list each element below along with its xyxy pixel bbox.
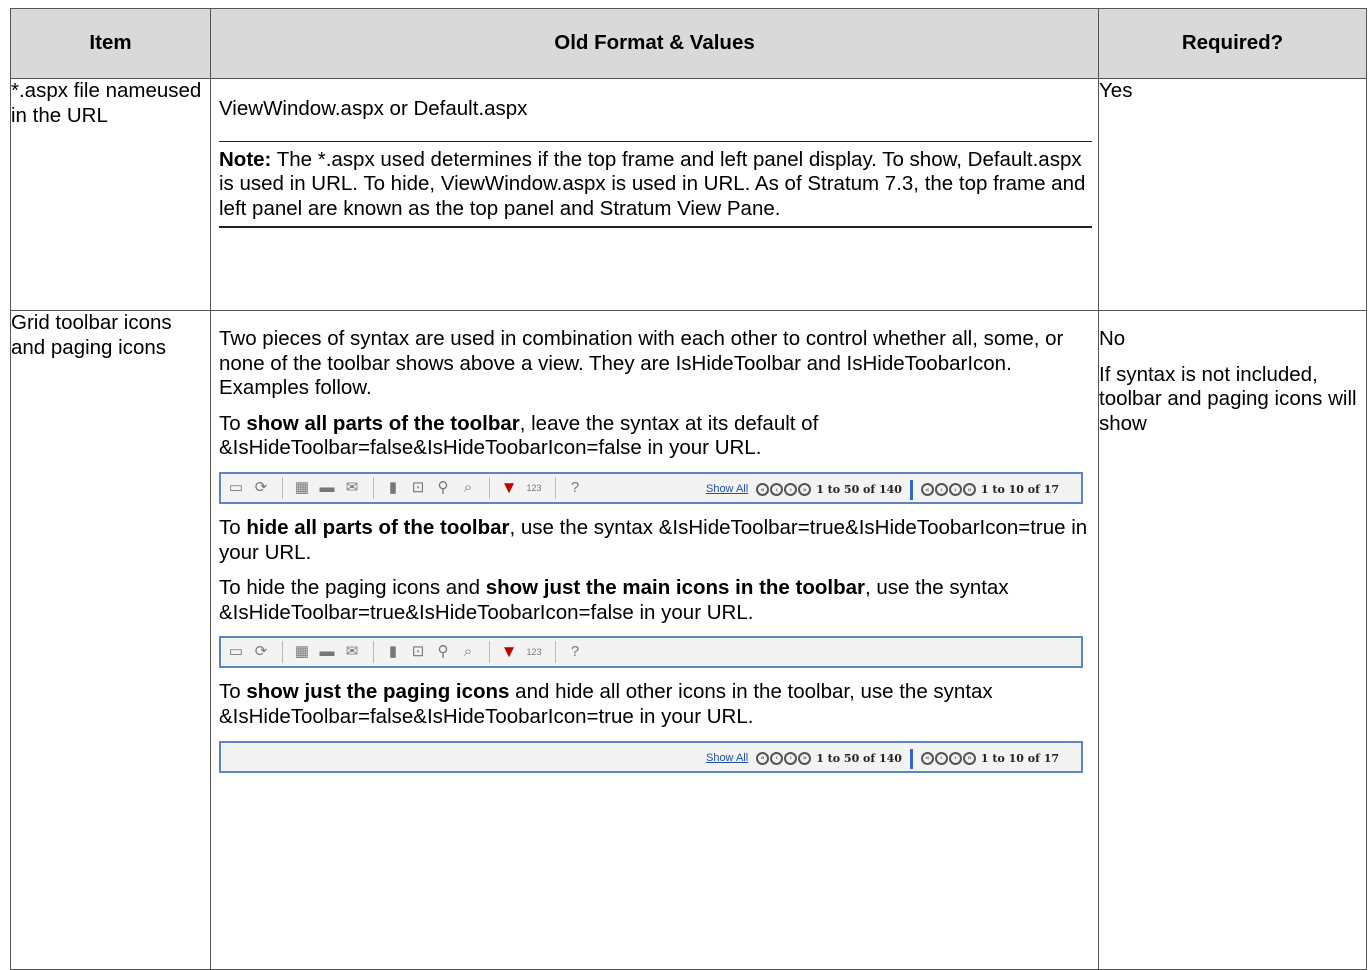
row2-required-answer: No — [1099, 327, 1126, 350]
last-page-icon[interactable]: » — [798, 752, 812, 766]
filter-icon[interactable]: ▼ — [499, 642, 519, 662]
main-icons-paragraph: To hide the paging icons and show just t… — [219, 576, 1009, 624]
divider — [373, 476, 374, 499]
zoom-icon[interactable]: ⊡ — [408, 478, 428, 498]
refresh-icon[interactable]: ⟳ — [251, 478, 271, 498]
divider — [373, 641, 374, 664]
prev-page-icon[interactable]: ‹ — [934, 752, 948, 766]
note-label: Note: — [219, 147, 272, 171]
calculator-icon[interactable]: 123 — [524, 478, 544, 498]
show-all-link[interactable]: Show All — [706, 752, 748, 765]
print-icon[interactable]: ▬ — [317, 478, 337, 498]
prev-page-icon[interactable]: ‹ — [770, 752, 784, 766]
search-icon[interactable]: ⌕ — [458, 478, 478, 498]
paging-controls: Show All «‹ ›» 1 to 50 of 140 «‹ ›» 1 to 1… — [706, 479, 1059, 500]
row2-item-text: Grid toolbar icons and paging icons — [11, 311, 172, 359]
save-icon[interactable]: ▭ — [226, 642, 246, 662]
divider — [909, 748, 913, 769]
divider — [909, 479, 913, 500]
next-page-icon[interactable]: › — [784, 483, 798, 497]
row2-required: No If syntax is not included, toolbar an… — [1098, 310, 1367, 970]
record-range: 1 to 50 of 140 — [816, 483, 902, 497]
next-page-icon[interactable]: › — [948, 483, 962, 497]
help-icon[interactable]: ? — [565, 478, 585, 498]
toolbar-main-icons: ▭ ⟳ ▦ ▬ ✉ ▮ ⊡ ⚲ ⌕ ▼ 123 ? — [219, 636, 1083, 669]
last-page-icon[interactable]: » — [962, 752, 976, 766]
prev-page-icon[interactable]: ‹ — [770, 483, 784, 497]
print-icon[interactable]: ▬ — [317, 642, 337, 662]
show-all-paragraph: To show all parts of the toolbar, leave … — [219, 411, 819, 460]
first-page-icon[interactable]: « — [756, 483, 770, 497]
first-page-icon[interactable]: « — [756, 752, 770, 766]
calculator-icon[interactable]: 123 — [524, 642, 544, 662]
paging-icons-paragraph: To show just the paging icons and hide a… — [219, 680, 993, 728]
email-icon[interactable]: ✉ — [342, 642, 362, 662]
divider — [489, 476, 490, 499]
divider — [489, 641, 490, 664]
toolbar-full: ▭ ⟳ ▦ ▬ ✉ ▮ ⊡ ⚲ ⌕ ▼ 123 ? Show All «‹›» — [219, 471, 1083, 504]
record-range: 1 to 50 of 140 — [816, 751, 902, 765]
row1-value-text: ViewWindow.aspx or Default.aspx — [219, 97, 528, 120]
save-icon[interactable]: ▭ — [226, 478, 246, 498]
page-range: 1 to 10 of 17 — [980, 483, 1059, 497]
divider — [555, 641, 556, 664]
search-icon[interactable]: ⌕ — [458, 642, 478, 662]
divider — [555, 476, 556, 499]
next-page-icon[interactable]: › — [948, 752, 962, 766]
chart-icon[interactable]: ▮ — [383, 478, 403, 498]
chart-icon[interactable]: ▮ — [383, 642, 403, 662]
zoom-icon[interactable]: ⊡ — [408, 642, 428, 662]
paging-controls: Show All «‹ ›» 1 to 50 of 140 «‹ ›» 1 to 1… — [706, 748, 1059, 769]
help-icon[interactable]: ? — [565, 642, 585, 662]
header-old-format: Old Format & Values — [210, 8, 1099, 79]
excel-icon[interactable]: ▦ — [292, 478, 312, 498]
divider — [282, 641, 283, 664]
intro-paragraph: Two pieces of syntax are used in combina… — [219, 327, 1064, 400]
table-row: *.aspx file nameused in the URL ViewWind… — [10, 78, 1367, 311]
row2-required-detail: If syntax is not included, toolbar and p… — [1099, 362, 1357, 435]
row1-values: ViewWindow.aspx or Default.aspx Note: Th… — [210, 78, 1099, 311]
row1-required-text: Yes — [1099, 79, 1133, 102]
refresh-icon[interactable]: ⟳ — [251, 642, 271, 662]
first-page-icon[interactable]: « — [920, 752, 934, 766]
document-table: Item Old Format & Values Required? *.asp… — [10, 8, 1367, 970]
toolbar-paging-only: Show All «‹ ›» 1 to 50 of 140 «‹ ›» 1 to 1… — [219, 740, 1083, 773]
last-page-icon[interactable]: » — [962, 483, 976, 497]
divider — [282, 476, 283, 499]
filter-icon[interactable]: ▼ — [499, 478, 519, 498]
map-pin-icon[interactable]: ⚲ — [433, 478, 453, 498]
table-row: Grid toolbar icons and paging icons Two … — [10, 310, 1367, 970]
header-item: Item — [10, 8, 211, 79]
header-required: Required? — [1098, 8, 1367, 79]
excel-icon[interactable]: ▦ — [292, 642, 312, 662]
note-text: The *.aspx used determines if the top fr… — [219, 147, 1086, 220]
header-row: Item Old Format & Values Required? — [10, 8, 1367, 79]
hide-all-paragraph: To hide all parts of the toolbar, use th… — [219, 515, 1088, 564]
row1-item-text: *.aspx file nameused in the URL — [11, 79, 202, 127]
email-icon[interactable]: ✉ — [342, 478, 362, 498]
note-box: Note: The *.aspx used determines if the … — [219, 140, 1092, 229]
last-page-icon[interactable]: » — [798, 483, 812, 497]
row2-values: Two pieces of syntax are used in combina… — [210, 310, 1099, 970]
row2-item: Grid toolbar icons and paging icons — [10, 310, 211, 970]
prev-page-icon[interactable]: ‹ — [934, 483, 948, 497]
row1-item: *.aspx file nameused in the URL — [10, 78, 211, 311]
first-page-icon[interactable]: « — [920, 483, 934, 497]
map-pin-icon[interactable]: ⚲ — [433, 642, 453, 662]
show-all-link[interactable]: Show All — [706, 483, 748, 496]
row1-required: Yes — [1098, 78, 1367, 311]
next-page-icon[interactable]: › — [784, 752, 798, 766]
page-range: 1 to 10 of 17 — [980, 751, 1059, 765]
